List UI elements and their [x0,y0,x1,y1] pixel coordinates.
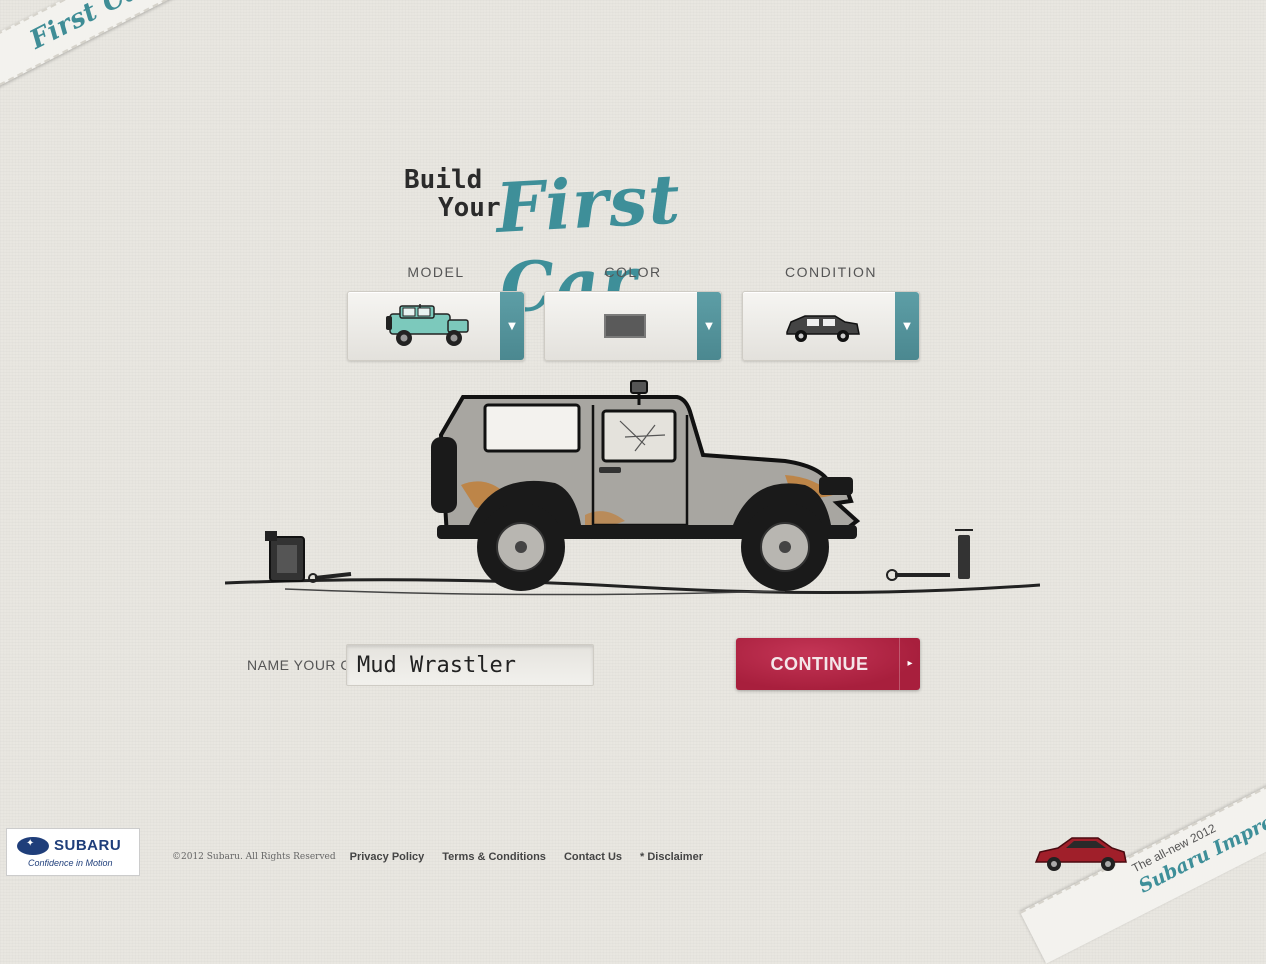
model-select[interactable]: ▼ [347,291,525,361]
tool-canister-icon [955,529,973,579]
car-illustration [225,380,1040,596]
condition-dropdown-arrow[interactable]: ▼ [895,292,919,360]
color-select[interactable]: ▼ [544,291,722,361]
gas-can-icon [265,531,305,582]
jeep-icon [386,304,469,346]
model-dropdown-arrow[interactable]: ▼ [500,292,524,360]
condition-label: CONDITION [784,264,878,280]
rusty-car-icon [786,315,860,342]
heading-build-your: Build Your [404,166,501,222]
subaru-brand-text: SUBARU [54,837,122,854]
condition-select[interactable]: ▼ [742,291,920,361]
chevron-down-icon: ▼ [508,320,516,332]
front-wheel [741,503,829,591]
impreza-car-icon[interactable] [1032,828,1128,876]
continue-label: CONTINUE [770,653,869,674]
subaru-stars-icon [17,837,49,855]
model-label: MODEL [407,264,465,280]
wrench-icon [886,569,950,581]
disclaimer-link[interactable]: * Disclaimer [640,851,703,863]
gray-swatch-icon [604,314,646,338]
subaru-tagline: Confidence in Motion [28,858,113,868]
continue-button[interactable]: CONTINUE ▸ [736,638,920,690]
footer-links: ©2012 Subaru. All Rights Reserved Privac… [172,851,721,863]
color-dropdown-arrow[interactable]: ▼ [697,292,721,360]
copyright-text: ©2012 Subaru. All Rights Reserved [172,852,336,862]
color-label: COLOR [604,264,662,280]
chevron-down-icon: ▼ [903,320,911,332]
privacy-policy-link[interactable]: Privacy Policy [350,851,425,863]
chevron-down-icon: ▼ [705,320,713,332]
corner-title: First Car Story [25,0,237,56]
subaru-logo[interactable]: SUBARU Confidence in Motion [6,828,140,876]
rear-wheel [477,503,565,591]
arrow-right-icon: ▸ [899,638,920,690]
first-car-story-ribbon[interactable]: First Car Story [0,0,276,95]
heading-build: Build [404,165,483,195]
car-name-input[interactable] [346,644,594,686]
heading-your: Your [438,193,501,223]
page-heading: Build Your First Car [400,159,840,328]
contact-us-link[interactable]: Contact Us [564,851,622,863]
terms-conditions-link[interactable]: Terms & Conditions [442,851,546,863]
